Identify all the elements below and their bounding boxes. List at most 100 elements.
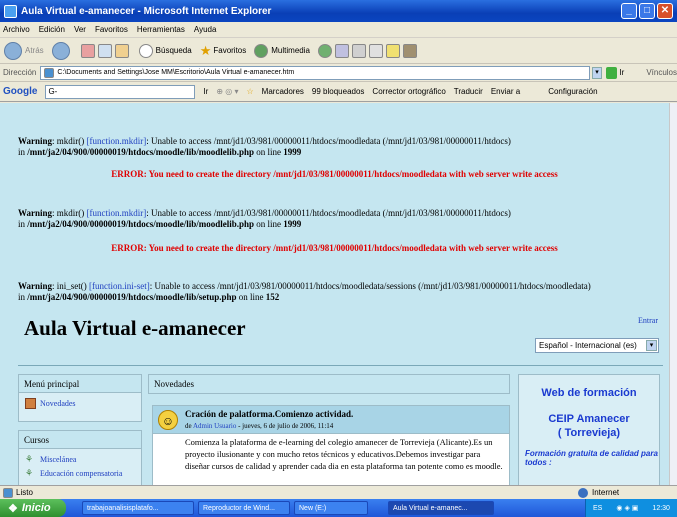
school-name: CEIP Amanecer xyxy=(548,413,630,425)
menu-bar: Archivo Edición Ver Favoritos Herramient… xyxy=(0,22,677,38)
bookmark-star-icon: ☆ xyxy=(246,87,254,96)
google-search-input[interactable]: G- xyxy=(45,84,196,99)
warning-message: Warning: mkdir() [function.mkdir]: Unabl… xyxy=(18,208,511,229)
bookmarks-button[interactable]: Marcadores xyxy=(262,87,304,96)
google-logo[interactable]: Google xyxy=(3,86,37,97)
page-content: Warning: mkdir() [function.mkdir]: Unabl… xyxy=(0,103,669,485)
globe-icon xyxy=(578,487,588,498)
forward-arrow-icon xyxy=(51,41,70,60)
menu-favoritos[interactable]: Favoritos xyxy=(95,25,128,34)
tray-icons[interactable]: ◉ ◈ ▣ xyxy=(616,504,638,512)
taskbar-item-mediaplayer[interactable]: Reproductor de Wind... xyxy=(198,501,290,515)
go-arrow-icon[interactable] xyxy=(605,66,618,79)
taskbar-item-drive[interactable]: New (E:) xyxy=(294,501,368,515)
tagline: Formación gratuita de calidad para todos… xyxy=(525,449,658,467)
post-text: Comienza la plataforma de e-learning del… xyxy=(185,437,503,471)
star-icon: ★ xyxy=(199,42,212,58)
windows-logo-icon: ❖ xyxy=(8,502,18,515)
links-label[interactable]: Vínculos xyxy=(646,68,677,77)
language-select[interactable]: Español - Internacional (es) ▾ xyxy=(535,338,659,353)
google-tools-icons[interactable]: ⊕ ◎ ▾ xyxy=(216,87,238,96)
ie-icon xyxy=(4,4,17,18)
warning-message: Warning: ini_set() [function.ini-set]: U… xyxy=(18,281,591,302)
menu-ver[interactable]: Ver xyxy=(74,25,86,34)
back-arrow-icon xyxy=(4,41,22,60)
window-title: Aula Virtual e-amanecer - Microsoft Inte… xyxy=(21,5,272,17)
translate-button[interactable]: Traducir xyxy=(454,87,483,96)
back-button[interactable]: Atrás xyxy=(4,41,44,60)
clock[interactable]: 12:30 xyxy=(652,505,670,512)
post-title[interactable]: Cración de palatforma.Comienzo actividad… xyxy=(185,409,353,419)
course-label: Miscelánea xyxy=(40,454,77,464)
course-item-educacion[interactable]: ⚘ Educación compensatoria xyxy=(19,466,141,480)
window-titlebar[interactable]: Aula Virtual e-amanecer - Microsoft Inte… xyxy=(0,0,677,22)
popup-blocked-button[interactable]: 99 bloqueados xyxy=(312,87,365,96)
history-icon[interactable] xyxy=(317,43,332,58)
multimedia-icon xyxy=(254,43,269,58)
courses-block: Cursos ⚘ Miscelánea ⚘ Educación compensa… xyxy=(18,430,142,485)
search-icon xyxy=(138,43,153,58)
back-label: Atrás xyxy=(25,46,44,55)
news-header: Novedades xyxy=(149,375,509,393)
function-link[interactable]: [function.mkdir] xyxy=(87,136,147,146)
post-author-link[interactable]: Admin Usuario xyxy=(193,422,236,430)
google-toolbar: Google G- Ir ⊕ ◎ ▾ ☆ Marcadores 99 bloqu… xyxy=(0,82,677,102)
spellcheck-button[interactable]: Corrector ortográfico xyxy=(372,87,445,96)
taskbar-item-ie[interactable]: Aula Virtual e-amanec... xyxy=(388,501,494,515)
error-message: ERROR: You need to create the directory … xyxy=(111,169,558,179)
refresh-icon[interactable] xyxy=(97,43,112,58)
favorites-label: Favoritos xyxy=(213,46,247,55)
search-button[interactable]: Búsqueda xyxy=(138,43,192,58)
news-post-header: ☺ Cración de palatforma.Comienzo activid… xyxy=(152,405,510,434)
course-icon: ⚘ xyxy=(25,453,34,464)
close-button[interactable]: ✕ xyxy=(657,3,673,19)
menu-archivo[interactable]: Archivo xyxy=(3,25,30,34)
main-menu-block: Menú principal Novedades xyxy=(18,374,142,422)
main-menu-header: Menú principal xyxy=(19,375,141,393)
address-dropdown-icon[interactable]: ▾ xyxy=(592,66,602,79)
news-icon xyxy=(25,397,36,409)
edit-icon[interactable] xyxy=(368,43,383,58)
error-message: ERROR: You need to create the directory … xyxy=(111,243,558,253)
minimize-button[interactable]: _ xyxy=(621,3,637,19)
training-web-title[interactable]: Web de formación xyxy=(519,387,659,399)
course-label: Educación compensatoria xyxy=(40,468,123,478)
menu-ayuda[interactable]: Ayuda xyxy=(194,25,217,34)
favorites-button[interactable]: ★ Favoritos xyxy=(200,43,247,59)
home-icon[interactable] xyxy=(114,43,129,58)
address-input[interactable]: C:\Documents and Settings\Jose MM\Escrit… xyxy=(40,65,591,80)
taskbar-item-word[interactable]: trabajoanalisisplatafo... xyxy=(82,501,194,515)
course-item-miscelanea[interactable]: ⚘ Miscelánea xyxy=(19,452,141,466)
mail-icon[interactable] xyxy=(334,43,349,58)
start-button[interactable]: ❖ Inicio xyxy=(0,499,66,517)
forward-button[interactable] xyxy=(51,41,73,60)
page-status-icon xyxy=(3,487,13,498)
vertical-scrollbar[interactable] xyxy=(669,103,677,485)
go-button[interactable]: Ir xyxy=(619,68,624,77)
language-indicator[interactable]: ES xyxy=(593,505,602,512)
smiley-avatar-icon: ☺ xyxy=(158,410,178,430)
stop-icon[interactable] xyxy=(80,43,95,58)
google-go-button[interactable]: Ir xyxy=(203,87,208,96)
main-menu-item-news[interactable]: Novedades xyxy=(19,396,141,410)
send-to-button[interactable]: Enviar a xyxy=(491,87,520,96)
research-icon[interactable] xyxy=(402,43,417,58)
search-label: Búsqueda xyxy=(155,46,192,55)
function-link[interactable]: [function.mkdir] xyxy=(87,208,147,218)
page-icon xyxy=(44,67,55,78)
multimedia-button[interactable]: Multimedia xyxy=(254,43,310,58)
print-icon[interactable] xyxy=(351,43,366,58)
address-value: C:\Documents and Settings\Jose MM\Escrit… xyxy=(57,68,295,76)
news-post-body: Comienza la plataforma de e-learning del… xyxy=(152,434,510,485)
function-link[interactable]: [function.ini-set] xyxy=(89,281,150,291)
status-text: Listo xyxy=(16,488,33,497)
menu-herramientas[interactable]: Herramientas xyxy=(137,25,185,34)
menu-edicion[interactable]: Edición xyxy=(39,25,65,34)
taskbar: ❖ Inicio trabajoanalisisplatafo... Repro… xyxy=(0,499,677,517)
divider xyxy=(18,365,663,366)
settings-button[interactable]: Configuración xyxy=(548,87,597,96)
login-link[interactable]: Entrar xyxy=(638,316,658,325)
language-value: Español - Internacional (es) xyxy=(539,341,637,350)
maximize-button[interactable]: □ xyxy=(639,3,655,19)
folder-icon[interactable] xyxy=(385,43,400,58)
